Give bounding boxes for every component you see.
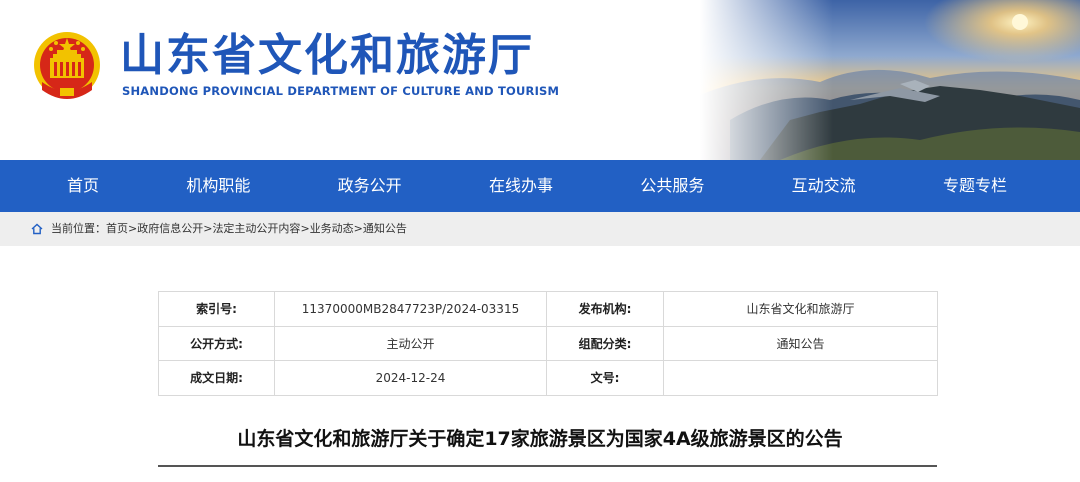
open-mode-label: 公开方式: [158, 325, 275, 361]
doc-number-label: 文号: [546, 360, 664, 396]
site-header: 山东省文化和旅游厅 SHANDONG PROVINCIAL DEPARTMENT… [0, 0, 1080, 160]
table-row: 成文日期: 2024-12-24 文号: [158, 360, 938, 396]
breadcrumb-item-gov-info[interactable]: 政府信息公开 [137, 222, 203, 235]
document-meta-table: 索引号: 11370000MB2847723P/2024-03315 发布机构:… [158, 291, 938, 396]
table-row: 公开方式: 主动公开 组配分类: 通知公告 [158, 325, 938, 361]
site-subtitle: SHANDONG PROVINCIAL DEPARTMENT OF CULTUR… [122, 84, 560, 98]
breadcrumb: 当前位置：首页>政府信息公开>法定主动公开内容>业务动态>通知公告 [51, 212, 407, 246]
table-row: 索引号: 11370000MB2847723P/2024-03315 发布机构:… [158, 291, 938, 327]
main-nav: 首页 机构职能 政务公开 在线办事 公共服务 互动交流 专题专栏 [0, 160, 1080, 212]
home-icon [31, 223, 43, 235]
category-value: 通知公告 [663, 325, 938, 361]
breadcrumb-separator: > [300, 222, 310, 235]
publisher-value: 山东省文化和旅游厅 [663, 291, 938, 327]
article-title: 山东省文化和旅游厅关于确定17家旅游景区为国家4A级旅游景区的公告 [237, 428, 843, 450]
publisher-label: 发布机构: [546, 291, 664, 327]
nav-item-special-topics[interactable]: 专题专栏 [918, 160, 1032, 212]
nav-item-interaction[interactable]: 互动交流 [767, 160, 881, 212]
breadcrumb-bar: 当前位置：首页>政府信息公开>法定主动公开内容>业务动态>通知公告 [0, 212, 1080, 246]
date-label: 成文日期: [158, 360, 275, 396]
site-title[interactable]: 山东省文化和旅游厅 [120, 30, 534, 82]
nav-item-institution[interactable]: 机构职能 [161, 160, 275, 212]
breadcrumb-label: 当前位置： [51, 222, 106, 235]
breadcrumb-item-home[interactable]: 首页 [106, 222, 128, 235]
breadcrumb-item-notices[interactable]: 通知公告 [363, 222, 407, 235]
index-label: 索引号: [158, 291, 275, 327]
breadcrumb-separator: > [353, 222, 363, 235]
mountain-scenery-banner [700, 0, 1080, 160]
breadcrumb-item-business-news[interactable]: 业务动态 [310, 222, 354, 235]
category-label: 组配分类: [546, 325, 664, 361]
open-mode-value: 主动公开 [274, 325, 547, 361]
nav-item-government-affairs[interactable]: 政务公开 [313, 160, 427, 212]
national-emblem-icon[interactable] [30, 30, 104, 104]
doc-number-value [663, 360, 938, 396]
nav-item-home[interactable]: 首页 [42, 160, 124, 212]
date-value: 2024-12-24 [274, 360, 547, 396]
index-value: 11370000MB2847723P/2024-03315 [274, 291, 547, 327]
title-divider [158, 465, 937, 467]
breadcrumb-item-statutory[interactable]: 法定主动公开内容 [212, 222, 300, 235]
nav-item-public-services[interactable]: 公共服务 [615, 160, 729, 212]
nav-item-online-services[interactable]: 在线办事 [464, 160, 578, 212]
breadcrumb-separator: > [128, 222, 138, 235]
